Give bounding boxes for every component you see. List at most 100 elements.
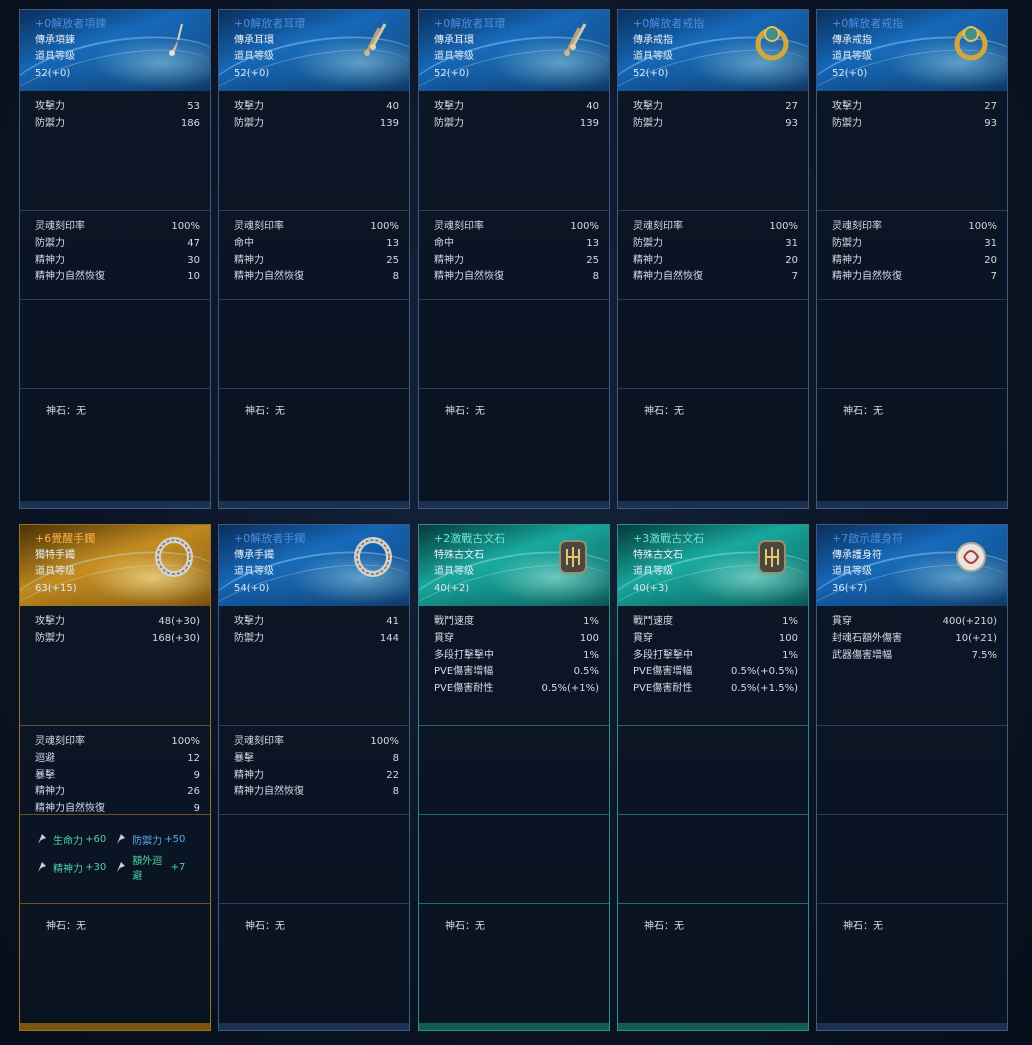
item-level: 52(+0) xyxy=(434,67,470,79)
stat-value: 7.5% xyxy=(971,649,997,661)
stat-value: 139 xyxy=(579,117,599,129)
god-stone: 神石：无 xyxy=(219,389,409,417)
rune-stone-icon xyxy=(551,535,595,579)
item-card[interactable]: +0解放者耳環 傳承耳環 道具等级 52(+0) 攻擊力 40 防禦力 139 灵魂刻印率 100… xyxy=(418,9,610,509)
god-stone-value: 无 xyxy=(873,921,883,932)
necklace-icon xyxy=(152,20,196,64)
stat-row: 暴擊 9 xyxy=(35,768,200,785)
stat-row: 灵魂刻印率 100% xyxy=(633,219,798,236)
stat-name: 武器傷害增幅 xyxy=(832,649,892,661)
item-card[interactable]: +2激戰古文石 特殊古文石 道具等级 40(+2) 戰鬥速度 1% 貫穿 100 多段打擊擊中 1… xyxy=(418,524,610,1031)
stat-row: 戰鬥速度 1% xyxy=(434,614,599,631)
stat-value: 0.5%(+1.5%) xyxy=(731,683,798,695)
base-stats: 攻擊力 48(+30) 防禦力 168(+30) xyxy=(20,606,210,726)
stat-value: 100% xyxy=(171,736,200,747)
stat-row: 多段打擊擊中 1% xyxy=(434,648,599,665)
item-header: +6覺醒手鐲 獨特手鐲 道具等级 63(+15) xyxy=(20,525,210,606)
god-stone-value: 无 xyxy=(873,406,883,417)
stat-row: 精神力自然恢復 8 xyxy=(234,784,399,801)
stat-row: 戰鬥速度 1% xyxy=(633,614,798,631)
stat-value: 22 xyxy=(386,769,399,781)
stat-name: 攻擊力 xyxy=(234,101,264,112)
item-level: 40(+2) xyxy=(434,582,470,594)
item-level: 52(+0) xyxy=(35,67,71,79)
item-card[interactable]: +0解放者耳環 傳承耳環 道具等级 52(+0) 攻擊力 40 防禦力 139 灵魂刻印率 100… xyxy=(218,9,410,509)
stat-row: 防禦力 139 xyxy=(434,116,599,133)
item-card[interactable]: +6覺醒手鐲 獨特手鐲 道具等级 63(+15) 攻擊力 48(+30) 防禦力 168(+3… xyxy=(19,524,211,1031)
card-footer-bar xyxy=(419,501,609,508)
stat-value: 40 xyxy=(386,101,399,112)
stat-name: 防禦力 xyxy=(35,117,65,129)
base-stats: 攻擊力 40 防禦力 139 xyxy=(419,91,609,211)
base-stats: 攻擊力 27 防禦力 93 xyxy=(817,91,1007,211)
god-stone-label: 神石： xyxy=(245,921,275,932)
stat-value: 30 xyxy=(187,254,200,266)
stat-row: 防禦力 93 xyxy=(633,116,798,133)
stat-value: 100% xyxy=(570,221,599,232)
item-card[interactable]: +7啟示護身符 傳承護身符 道具等级 36(+7) 貫穿 400(+210) 封魂石額外傷害… xyxy=(816,524,1008,1031)
god-stone: 神石：无 xyxy=(20,904,210,932)
stat-name: 灵魂刻印率 xyxy=(234,736,284,747)
god-stone-label: 神石： xyxy=(644,921,674,932)
item-level: 52(+0) xyxy=(633,67,669,79)
stat-name: 防禦力 xyxy=(832,117,862,129)
stat-row: 暴擊 8 xyxy=(234,751,399,768)
base-stats: 貫穿 400(+210) 封魂石額外傷害 10(+21) 武器傷害增幅 7.5% xyxy=(817,606,1007,726)
item-level: 40(+3) xyxy=(633,582,669,594)
stat-row: 命中 13 xyxy=(234,236,399,253)
stat-row: 武器傷害增幅 7.5% xyxy=(832,648,997,665)
god-stone: 神石：无 xyxy=(618,904,808,932)
item-header: +0解放者手鐲 傳承手鐲 道具等级 54(+0) xyxy=(219,525,409,606)
stat-name: 精神力 xyxy=(434,254,464,266)
item-card[interactable]: +3激戰古文石 特殊古文石 道具等级 40(+3) 戰鬥速度 1% 貫穿 100 多段打擊擊中 1… xyxy=(617,524,809,1031)
bonus-stats xyxy=(20,300,210,389)
stat-value: 31 xyxy=(984,237,997,249)
stat-value: 139 xyxy=(379,117,399,129)
stat-row: 防禦力 47 xyxy=(35,236,200,253)
stat-row: 精神力自然恢復 8 xyxy=(434,269,599,286)
item-card[interactable]: +0解放者戒指 傳承戒指 道具等级 52(+0) 攻擊力 27 防禦力 93 灵魂刻印率 100%… xyxy=(816,9,1008,509)
stat-name: 防禦力 xyxy=(633,117,663,129)
stat-value: 27 xyxy=(785,101,798,112)
stat-value: 100% xyxy=(968,221,997,232)
stat-value: 93 xyxy=(984,117,997,129)
bonus-stats xyxy=(219,300,409,389)
stat-value: 13 xyxy=(586,237,599,249)
stat-row: 防禦力 139 xyxy=(234,116,399,133)
stat-name: 精神力 xyxy=(633,254,663,266)
base-stats: 戰鬥速度 1% 貫穿 100 多段打擊擊中 1% PVE傷害增幅 0.5%(+0.5%) PVE… xyxy=(618,606,808,726)
stat-name: 多段打擊擊中 xyxy=(633,649,693,661)
stat-name: 防禦力 xyxy=(35,237,65,249)
card-footer-bar xyxy=(618,501,808,508)
bonus-stat: 額外迴避 +7 xyxy=(114,853,193,882)
stat-row: 攻擊力 40 xyxy=(234,99,399,116)
god-stone: 神石：无 xyxy=(419,389,609,417)
stat-name: 精神力自然恢復 xyxy=(832,271,902,283)
soul-stats: 灵魂刻印率 100% 暴擊 8 精神力 22 精神力自然恢復 8 xyxy=(219,726,409,815)
item-card[interactable]: +0解放者項鍊 傳承項鍊 道具等级 52(+0) 攻擊力 53 防禦力 186 灵魂刻印率 100… xyxy=(19,9,211,509)
stat-row: PVE傷害增幅 0.5%(+0.5%) xyxy=(633,664,798,681)
stat-value: 0.5%(+1%) xyxy=(541,683,599,695)
stat-row: 精神力 20 xyxy=(832,253,997,270)
item-header: +0解放者戒指 傳承戒指 道具等级 52(+0) xyxy=(618,10,808,91)
soul-stats: 灵魂刻印率 100% 防禦力 31 精神力 20 精神力自然恢復 7 xyxy=(817,211,1007,300)
stat-row: 貫穿 100 xyxy=(434,631,599,648)
bonus-name: 精神力 xyxy=(53,863,83,875)
stat-value: 25 xyxy=(586,254,599,266)
stat-row: 防禦力 31 xyxy=(633,236,798,253)
soul-stats: 灵魂刻印率 100% 命中 13 精神力 25 精神力自然恢復 8 xyxy=(419,211,609,300)
base-stats: 攻擊力 41 防禦力 144 xyxy=(219,606,409,726)
stat-name: 暴擊 xyxy=(234,752,254,764)
bonus-stat: 精神力 +30 xyxy=(35,853,114,881)
god-stone: 神石：无 xyxy=(817,389,1007,417)
god-stone-value: 无 xyxy=(76,921,86,932)
item-card[interactable]: +0解放者手鐲 傳承手鐲 道具等级 54(+0) 攻擊力 41 防禦力 144 灵魂刻印率 100… xyxy=(218,524,410,1031)
soul-stats: 灵魂刻印率 100% 迴避 12 暴擊 9 精神力 26 精神力自然恢復 9 xyxy=(20,726,210,815)
item-header: +7啟示護身符 傳承護身符 道具等级 36(+7) xyxy=(817,525,1007,606)
bonus-stats xyxy=(219,815,409,904)
stat-row: 防禦力 93 xyxy=(832,116,997,133)
item-card[interactable]: +0解放者戒指 傳承戒指 道具等级 52(+0) 攻擊力 27 防禦力 93 灵魂刻印率 100%… xyxy=(617,9,809,509)
bonus-stats xyxy=(419,300,609,389)
stat-row: 精神力自然恢復 7 xyxy=(832,269,997,286)
stat-row: 灵魂刻印率 100% xyxy=(234,219,399,236)
